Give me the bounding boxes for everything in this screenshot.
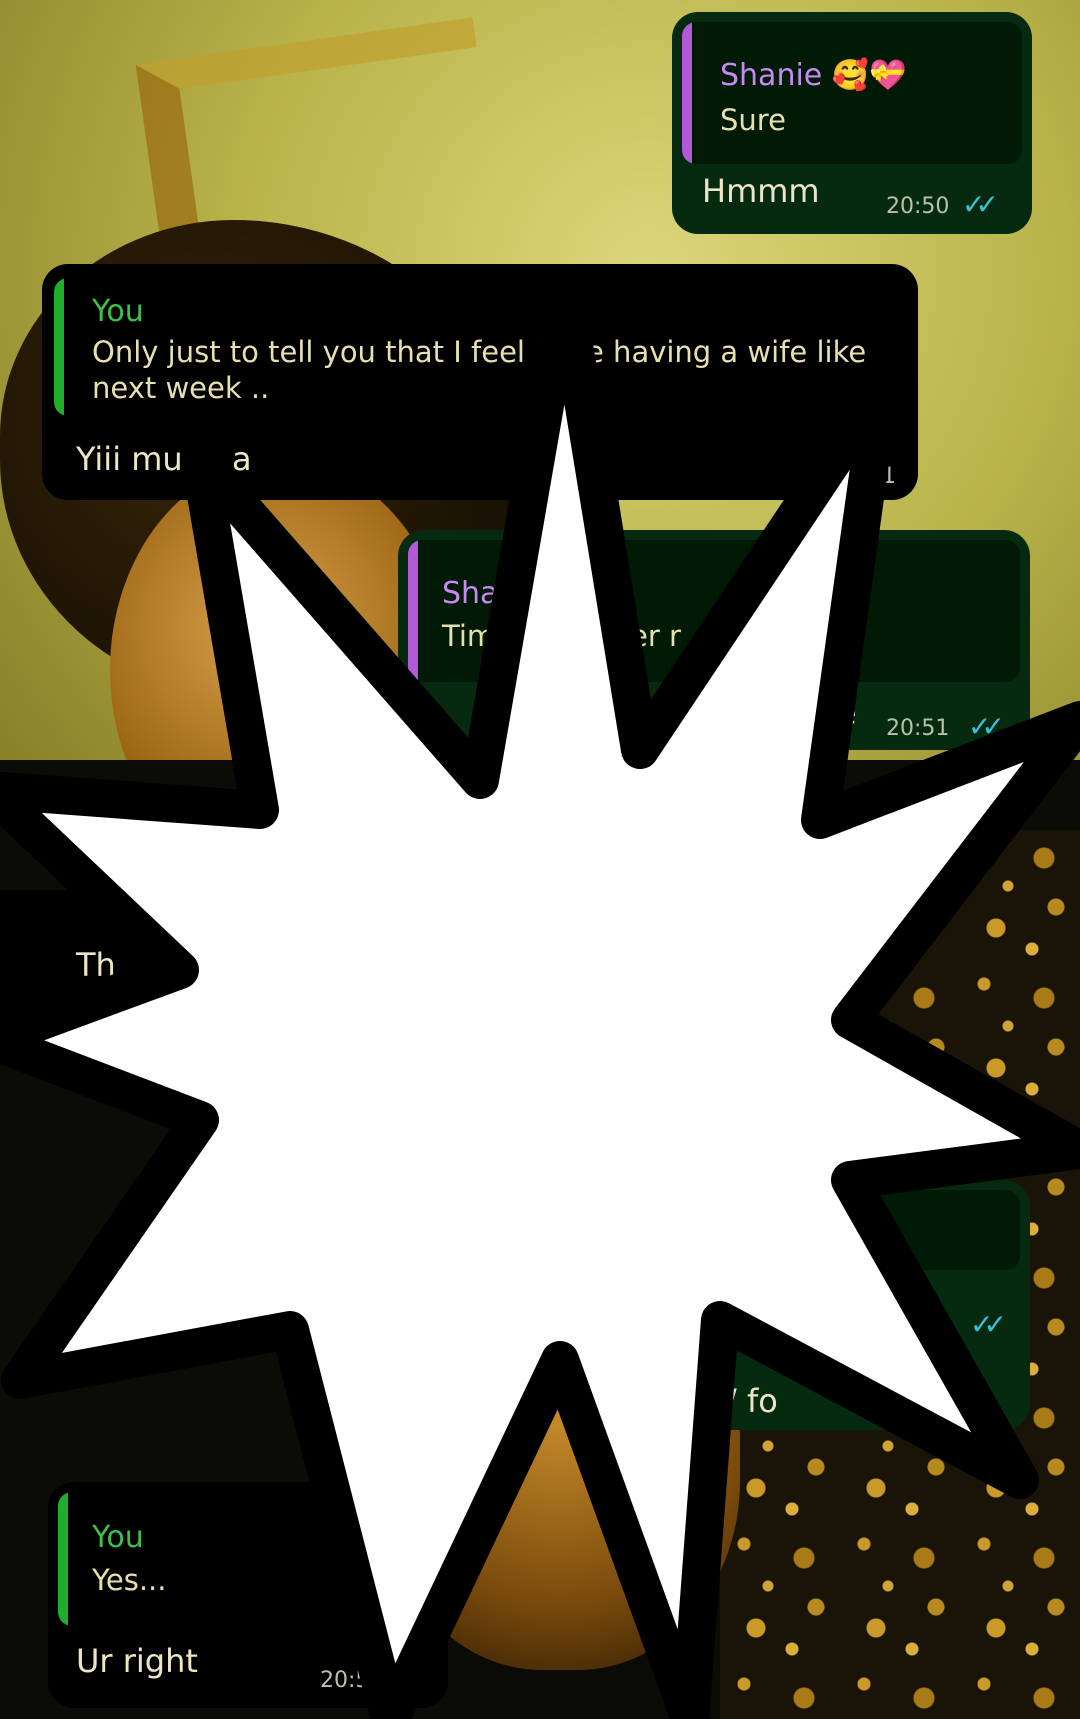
starburst-shape bbox=[0, 271, 1080, 1719]
starburst-overlay bbox=[0, 271, 1080, 1719]
